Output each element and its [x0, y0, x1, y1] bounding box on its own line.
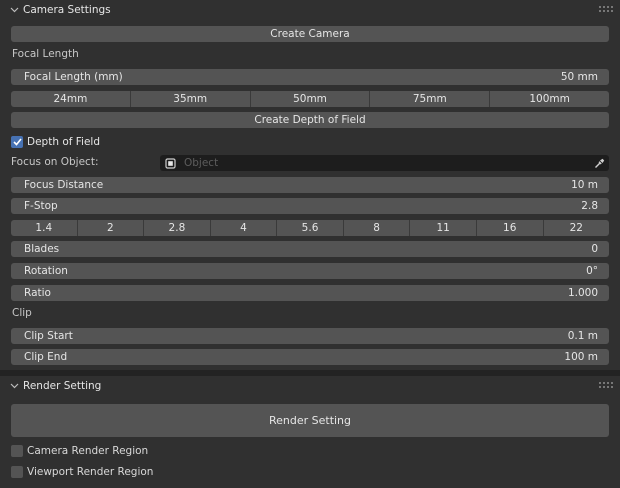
clip-start-field[interactable]: Clip Start 0.1 m [11, 328, 609, 344]
focus-distance-field[interactable]: Focus Distance 10 m [11, 177, 609, 193]
create-camera-button[interactable]: Create Camera [11, 26, 609, 42]
clip-section-label: Clip [12, 307, 32, 319]
fstop-preset-16[interactable]: 16 [476, 220, 544, 236]
camera-settings-header[interactable]: Camera Settings [0, 0, 620, 20]
focal-preset-35mm[interactable]: 35mm [130, 91, 251, 107]
fstop-preset-22[interactable]: 22 [543, 220, 609, 236]
eyedropper-icon[interactable] [592, 156, 606, 170]
fstop-preset-2-8[interactable]: 2.8 [144, 220, 211, 236]
focal-preset-50mm[interactable]: 50mm [250, 91, 371, 107]
field-label: Rotation [24, 265, 68, 277]
field-label: Clip End [24, 351, 68, 363]
focus-object-label: Focus on Object: [11, 156, 99, 168]
fstop-preset-2[interactable]: 2 [77, 220, 145, 236]
field-value: 1.000 [567, 287, 598, 299]
drag-grip-icon[interactable] [599, 4, 613, 12]
blades-field[interactable]: Blades 0 [11, 241, 609, 257]
focus-object-field[interactable]: Object [160, 155, 609, 171]
fstop-presets: 1.4 2 2.8 4 5.6 8 11 16 22 [11, 220, 609, 236]
focal-length-section-label: Focal Length [12, 48, 79, 60]
field-value: 2.8 [581, 200, 598, 212]
chevron-down-icon [9, 381, 19, 391]
render-setting-button[interactable]: Render Setting [11, 404, 609, 437]
panel-title: Camera Settings [23, 4, 111, 16]
viewport-render-region-row[interactable]: Viewport Render Region [11, 465, 153, 479]
field-label: Ratio [24, 287, 51, 299]
clip-end-field[interactable]: Clip End 100 m [11, 349, 609, 365]
fstop-preset-1-4[interactable]: 1.4 [11, 220, 78, 236]
dof-checkbox-label: Depth of Field [27, 136, 101, 148]
panel-title: Render Setting [23, 380, 102, 392]
object-icon [164, 157, 176, 169]
field-label: F-Stop [24, 200, 58, 212]
focus-object-placeholder: Object [184, 157, 219, 169]
field-value: 50 mm [560, 71, 598, 83]
dof-checkbox-row[interactable]: Depth of Field [11, 135, 100, 149]
field-label: Focal Length (mm) [24, 71, 123, 83]
field-label: Focus Distance [24, 179, 104, 191]
field-value: 0° [586, 265, 598, 277]
camera-render-region-row[interactable]: Camera Render Region [11, 444, 148, 458]
field-label: Clip Start [24, 330, 73, 342]
rotation-field[interactable]: Rotation 0° [11, 263, 609, 279]
fstop-preset-5-6[interactable]: 5.6 [277, 220, 344, 236]
create-dof-button[interactable]: Create Depth of Field [11, 112, 609, 128]
field-value: 0 [591, 243, 598, 255]
field-value: 0.1 m [567, 330, 598, 342]
focal-preset-75mm[interactable]: 75mm [370, 91, 491, 107]
drag-grip-icon[interactable] [599, 380, 613, 388]
fstop-preset-4[interactable]: 4 [210, 220, 278, 236]
fstop-preset-11[interactable]: 11 [410, 220, 477, 236]
fstop-preset-8[interactable]: 8 [343, 220, 411, 236]
camera-render-region-label: Camera Render Region [27, 445, 149, 457]
focal-length-presets: 24mm 35mm 50mm 75mm 100mm [11, 91, 609, 107]
ratio-field[interactable]: Ratio 1.000 [11, 285, 609, 301]
chevron-down-icon [9, 5, 19, 15]
viewport-render-region-checkbox[interactable] [11, 466, 23, 478]
field-label: Blades [24, 243, 60, 255]
focal-preset-100mm[interactable]: 100mm [490, 91, 609, 107]
focal-length-field[interactable]: Focal Length (mm) 50 mm [11, 69, 609, 85]
camera-render-region-checkbox[interactable] [11, 445, 23, 457]
render-setting-header[interactable]: Render Setting [0, 376, 620, 396]
viewport-render-region-label: Viewport Render Region [27, 466, 154, 478]
field-value: 100 m [564, 351, 598, 363]
field-value: 10 m [571, 179, 598, 191]
focal-preset-24mm[interactable]: 24mm [11, 91, 131, 107]
checkmark-icon [12, 138, 22, 146]
dof-checkbox[interactable] [11, 136, 23, 148]
fstop-field[interactable]: F-Stop 2.8 [11, 198, 609, 214]
